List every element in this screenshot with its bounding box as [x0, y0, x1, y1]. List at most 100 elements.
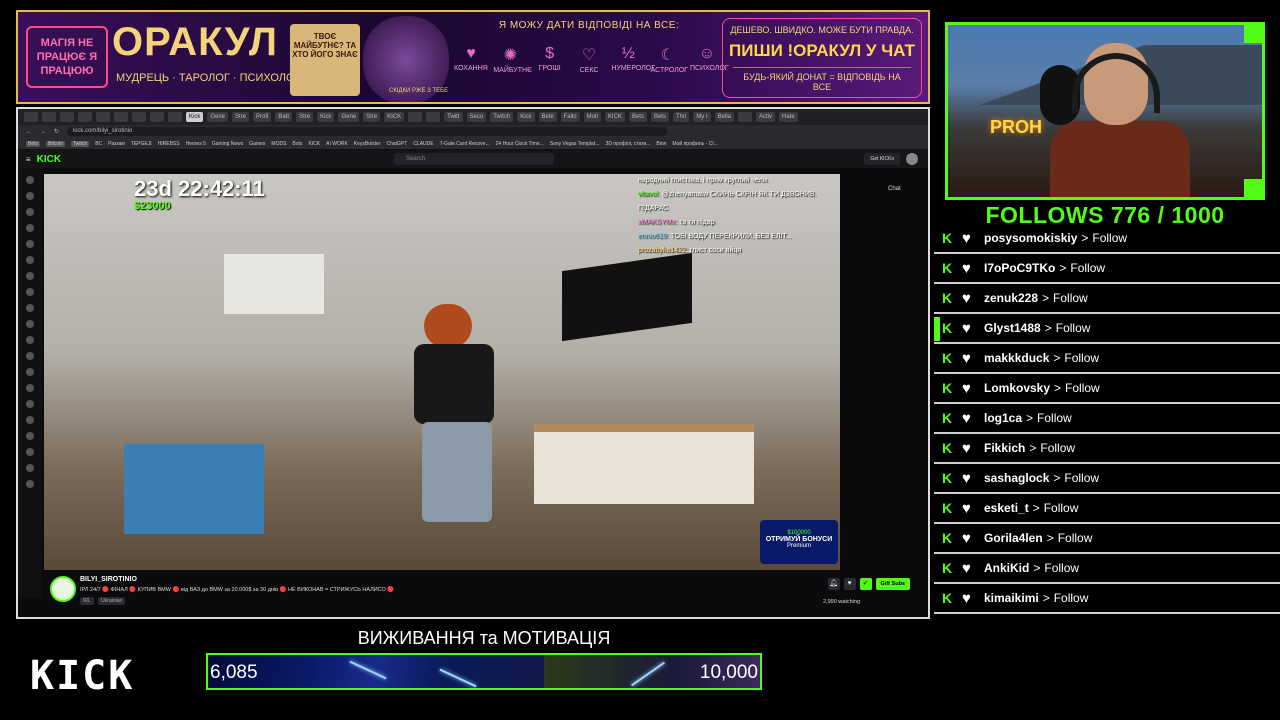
browser-tab[interactable]: Hate — [779, 112, 798, 122]
kick-search-input[interactable]: Search — [394, 153, 554, 165]
bookmark-item[interactable]: HIREBSS — [158, 141, 180, 147]
browser-tab[interactable] — [96, 112, 110, 122]
browser-tab[interactable]: Profi — [253, 112, 272, 122]
browser-tab[interactable] — [738, 112, 752, 122]
browser-tab[interactable]: Kick — [517, 112, 535, 122]
browser-tab[interactable]: Twitch — [490, 112, 514, 122]
sidebar-channel[interactable] — [26, 352, 34, 360]
bonus-ad[interactable]: $100000 ОТРИМУЙ БОНУСИ Premium — [760, 520, 838, 564]
browser-tab[interactable]: My I — [693, 112, 711, 122]
sidebar-channel[interactable] — [26, 464, 34, 472]
browser-tab[interactable]: Stre — [363, 112, 381, 122]
browser-tab[interactable] — [60, 112, 74, 122]
get-kicks-button[interactable]: Get KICKs — [864, 153, 900, 165]
sidebar-channel[interactable] — [26, 336, 34, 344]
sidebar-channel[interactable] — [26, 272, 34, 280]
browser-tab[interactable] — [78, 112, 92, 122]
sidebar-channel[interactable] — [26, 368, 34, 376]
heart-icon[interactable]: ♥ — [843, 578, 856, 590]
bookmark-item[interactable]: T-Gate Card Recove... — [440, 141, 490, 147]
bookmark-item[interactable]: Binn — [656, 141, 666, 147]
bookmark-item[interactable]: Games — [249, 141, 265, 147]
stream-video[interactable]: 23d 22:42:11 $23000 народний глистяка, і… — [44, 174, 840, 570]
streamer-name[interactable]: BILYI_SIROTINIO — [80, 576, 137, 583]
browser-tab[interactable] — [150, 112, 164, 122]
sidebar-channel[interactable] — [26, 288, 34, 296]
bookmark-item[interactable]: Bitcoin — [46, 140, 66, 147]
bookmark-item[interactable]: CLAUDE — [413, 141, 433, 147]
sidebar-channel[interactable] — [26, 320, 34, 328]
browser-tab[interactable]: Activ — [756, 112, 776, 122]
bookmark-item[interactable]: KICK — [308, 141, 320, 147]
bookmark-item[interactable]: Bots — [292, 141, 302, 147]
sidebar-channel[interactable] — [26, 224, 34, 232]
browser-tab[interactable]: Kick — [317, 112, 335, 122]
bookmark-item[interactable]: Gaming News — [212, 141, 243, 147]
sidebar-channel[interactable] — [26, 400, 34, 408]
bookmark-item[interactable]: Heroes 5 — [186, 141, 206, 147]
browser-tab[interactable]: Bella — [714, 112, 734, 122]
browser-tab[interactable]: Stre — [232, 112, 250, 122]
sidebar-channel[interactable] — [26, 192, 34, 200]
bookmark-item[interactable]: TEPGEJI — [131, 141, 152, 147]
browser-tab[interactable] — [426, 112, 441, 122]
browser-tab[interactable]: Stre — [296, 112, 314, 122]
browser-tab[interactable]: Moti — [583, 112, 601, 122]
bell-icon[interactable]: 🔔︎ — [827, 578, 840, 590]
bookmark-item[interactable]: MODS — [271, 141, 286, 147]
browser-tab[interactable]: Twitt — [444, 112, 463, 122]
menu-icon[interactable]: ≡ — [26, 155, 31, 164]
bookmark-item[interactable]: AI WORK — [326, 141, 348, 147]
browser-tab[interactable] — [408, 112, 423, 122]
browser-tab[interactable]: Gene — [207, 112, 229, 122]
sidebar-channel[interactable] — [26, 384, 34, 392]
browser-tab[interactable]: KICK — [604, 112, 625, 122]
tag-language[interactable]: Ukrainian — [98, 597, 126, 605]
sidebar-channel[interactable] — [26, 256, 34, 264]
sidebar-channel[interactable] — [26, 304, 34, 312]
bookmark-item[interactable]: Bets — [26, 140, 41, 147]
browser-tab[interactable]: Kick — [186, 112, 204, 122]
reload-icon[interactable]: ↻ — [54, 128, 59, 135]
sidebar-channel[interactable] — [26, 240, 34, 248]
browser-tab[interactable] — [42, 112, 56, 122]
bookmark-item[interactable]: ЗD профілі, стати... — [605, 141, 650, 147]
user-avatar[interactable] — [906, 153, 918, 165]
bookmark-item[interactable]: Twitch — [71, 140, 90, 147]
browser-tab[interactable]: Fallo — [560, 112, 580, 122]
bookmark-item[interactable]: Раззам — [108, 141, 125, 147]
gift-subs-button[interactable]: Gift Subs — [875, 578, 910, 590]
bookmark-item[interactable]: 24 Hour Clock Time... — [496, 141, 544, 147]
sidebar-channel[interactable] — [26, 208, 34, 216]
browser-tab[interactable]: Batt — [275, 112, 293, 122]
sidebar-channel[interactable] — [26, 176, 34, 184]
forward-icon[interactable]: → — [40, 129, 46, 135]
browser-tab[interactable] — [168, 112, 182, 122]
tag-irl[interactable]: IRL — [80, 597, 94, 605]
bookmark-item[interactable]: KeysBoister — [354, 141, 381, 147]
sidebar-channel[interactable] — [26, 480, 34, 488]
browser-tab[interactable]: Seco — [466, 112, 487, 122]
streamer-avatar[interactable] — [50, 576, 76, 602]
chat-toggle[interactable]: Chat — [888, 186, 901, 192]
back-icon[interactable]: ← — [26, 129, 32, 135]
sidebar-channel[interactable] — [26, 448, 34, 456]
browser-tab[interactable] — [132, 112, 146, 122]
bookmark-item[interactable]: BC — [95, 141, 102, 147]
bookmark-item[interactable]: ChatGPT — [386, 141, 407, 147]
sidebar-channel[interactable] — [26, 416, 34, 424]
url-field[interactable]: kick.com/bilyi_sirotinio — [67, 127, 668, 136]
browser-tab[interactable] — [24, 112, 38, 122]
browser-tab[interactable]: Bets — [650, 112, 669, 122]
follow-check-icon[interactable]: ✓ — [859, 578, 872, 590]
browser-tab[interactable]: Bebi — [538, 112, 557, 122]
sidebar-channel[interactable] — [26, 432, 34, 440]
browser-tab[interactable]: Bets — [628, 112, 647, 122]
browser-tab[interactable]: Thri — [672, 112, 690, 122]
bookmark-item[interactable]: Sony Vegas Templat... — [550, 141, 600, 147]
browser-tab[interactable]: KICK — [384, 112, 405, 122]
browser-tab[interactable] — [114, 112, 128, 122]
kick-logo-small[interactable]: KICK — [37, 154, 61, 165]
bookmark-item[interactable]: Мой профиль - Cl... — [672, 141, 717, 147]
browser-tab[interactable]: Gene — [338, 112, 360, 122]
